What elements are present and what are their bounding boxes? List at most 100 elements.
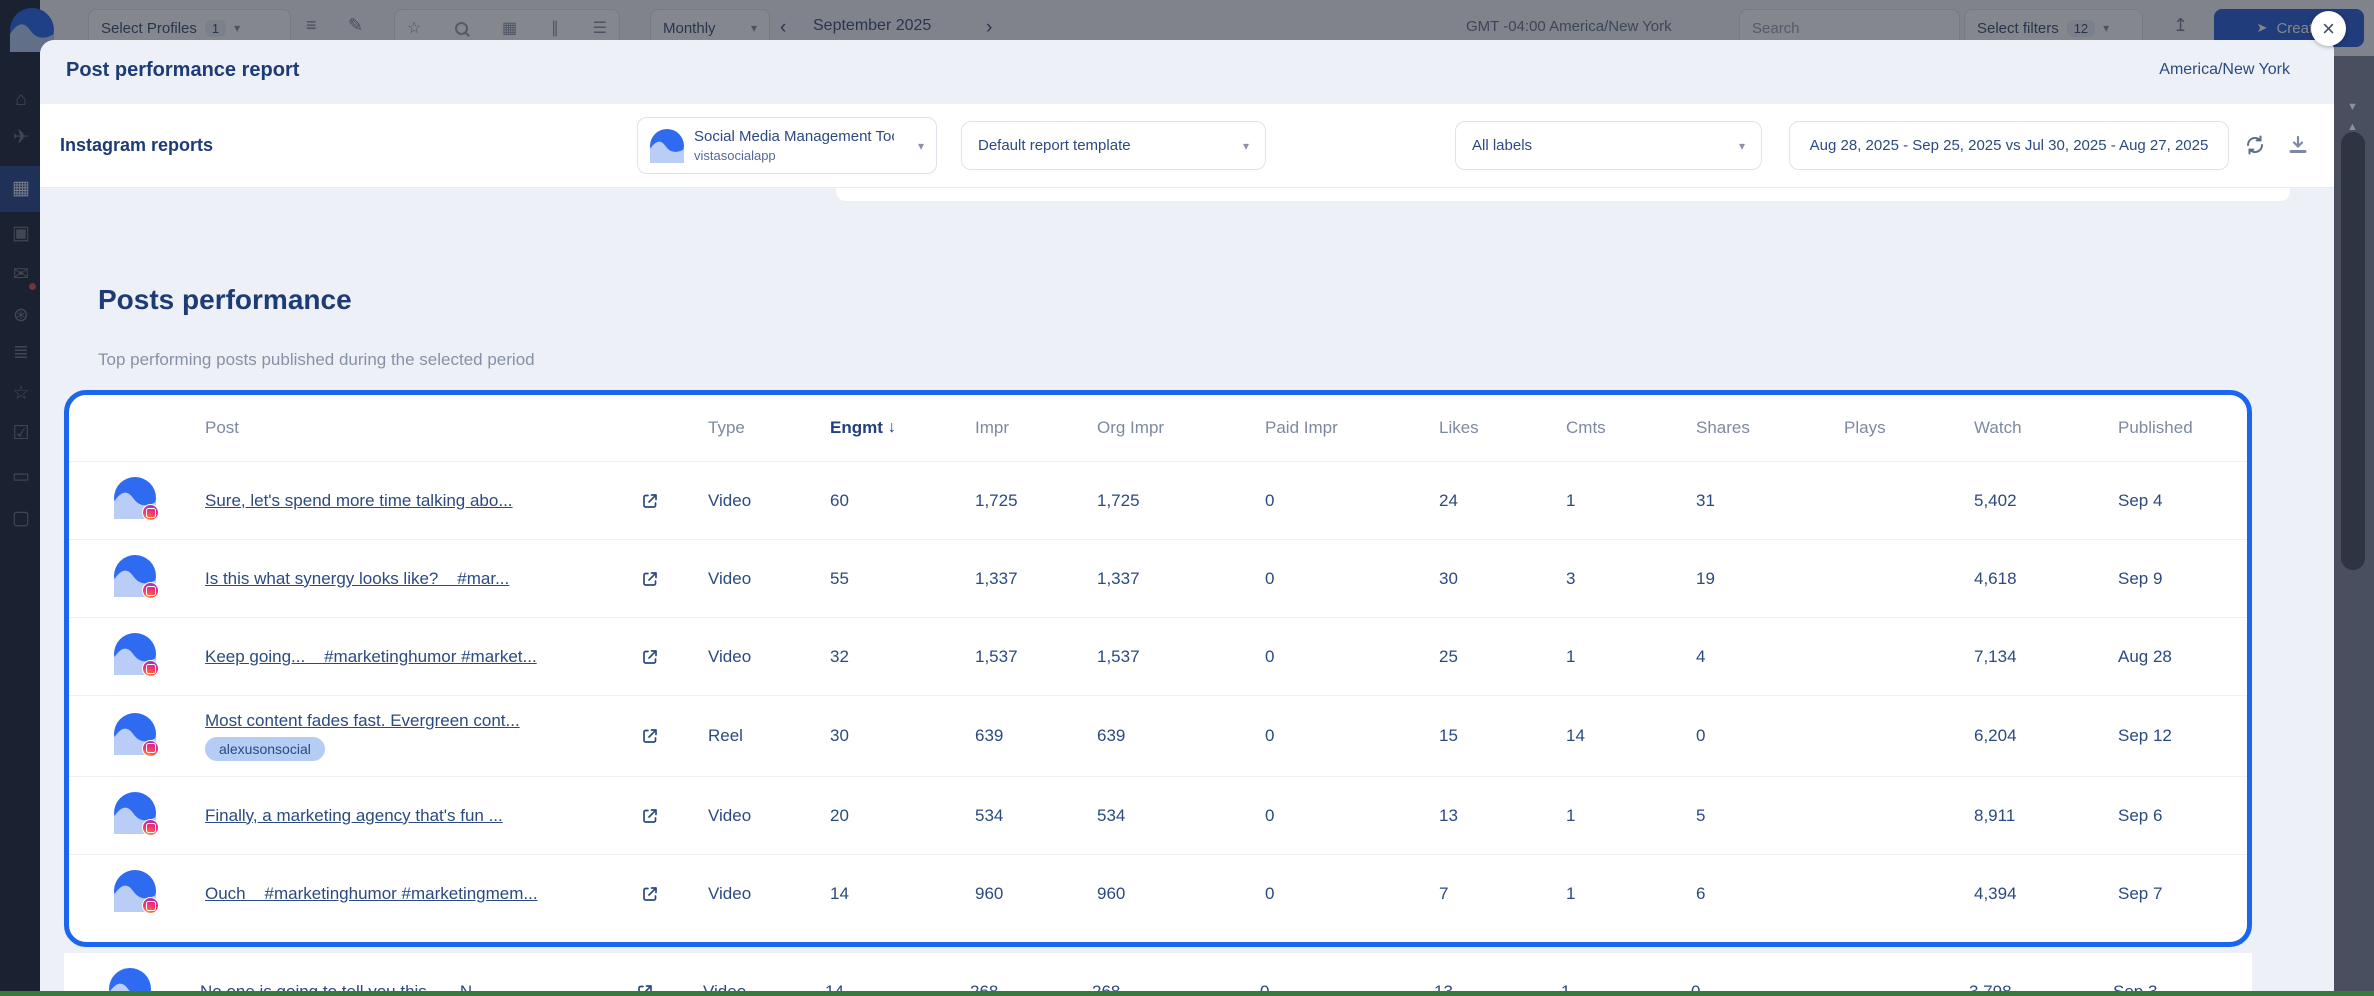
post-likes: 24 bbox=[1439, 491, 1566, 511]
post-type: Video bbox=[708, 647, 830, 667]
chevron-down-icon: ▾ bbox=[1739, 140, 1745, 152]
close-button[interactable]: × bbox=[2311, 11, 2346, 46]
table-row: Finally, a marketing agency that's fun .… bbox=[69, 776, 2247, 854]
instagram-badge-icon bbox=[142, 897, 159, 914]
column-header-likes[interactable]: Likes bbox=[1439, 418, 1566, 438]
column-header-impr[interactable]: Impr bbox=[975, 418, 1097, 438]
post-org-impr: 960 bbox=[1097, 884, 1265, 904]
date-range-value: Aug 28, 2025 - Sep 25, 2025 vs Jul 30, 2… bbox=[1810, 137, 2209, 154]
chevron-down-icon: ▾ bbox=[1243, 140, 1249, 152]
post-link[interactable]: Finally, a marketing agency that's fun .… bbox=[205, 806, 503, 826]
post-shares: 0 bbox=[1696, 726, 1844, 746]
report-template-dropdown[interactable]: Default report template ▾ bbox=[961, 121, 1266, 170]
post-engmt: 20 bbox=[830, 806, 975, 826]
column-header-shares[interactable]: Shares bbox=[1696, 418, 1844, 438]
sort-desc-icon: ↓ bbox=[888, 419, 896, 437]
post-engmt: 30 bbox=[830, 726, 975, 746]
scrollbar-thumb[interactable] bbox=[2341, 132, 2365, 570]
table-row: Keep going... #marketinghumor #market...… bbox=[69, 617, 2247, 695]
post-link[interactable]: Is this what synergy looks like? #mar... bbox=[205, 569, 509, 589]
profile-tag: alexusonsocial bbox=[205, 737, 325, 761]
open-post-icon[interactable] bbox=[640, 647, 708, 667]
post-type: Reel bbox=[708, 726, 830, 746]
post-org-impr: 1,337 bbox=[1097, 569, 1265, 589]
column-header-watch[interactable]: Watch bbox=[1974, 418, 2118, 438]
labels-dropdown[interactable]: All labels ▾ bbox=[1455, 121, 1762, 170]
column-header-org-impr[interactable]: Org Impr bbox=[1097, 418, 1265, 438]
chevron-down-icon: ▾ bbox=[918, 140, 924, 152]
post-engmt: 32 bbox=[830, 647, 975, 667]
post-likes: 15 bbox=[1439, 726, 1566, 746]
close-icon: × bbox=[2322, 16, 2335, 42]
post-published: Sep 6 bbox=[2118, 806, 2247, 826]
column-header-engmt[interactable]: Engmt ↓ bbox=[830, 418, 975, 438]
post-avatar bbox=[69, 792, 205, 839]
open-post-icon[interactable] bbox=[640, 569, 708, 589]
date-range-picker[interactable]: Aug 28, 2025 - Sep 25, 2025 vs Jul 30, 2… bbox=[1789, 121, 2229, 170]
instagram-badge-icon bbox=[142, 660, 159, 677]
post-link[interactable]: Sure, let's spend more time talking abo.… bbox=[205, 491, 513, 511]
table-row: No one is going to tell you this... N...… bbox=[64, 952, 2252, 996]
post-shares: 4 bbox=[1696, 647, 1844, 667]
column-header-published[interactable]: Published bbox=[2118, 418, 2247, 438]
column-header-plays[interactable]: Plays bbox=[1844, 418, 1974, 438]
column-header-post[interactable]: Post bbox=[205, 418, 640, 438]
post-performance-modal: Post performance report America/New York… bbox=[40, 40, 2334, 996]
post-link[interactable]: Most content fades fast. Evergreen cont.… bbox=[205, 711, 520, 731]
column-header-paid-impr[interactable]: Paid Impr bbox=[1265, 418, 1439, 438]
post-engmt: 60 bbox=[830, 491, 975, 511]
post-title-cell: Sure, let's spend more time talking abo.… bbox=[205, 476, 640, 526]
post-impr: 1,537 bbox=[975, 647, 1097, 667]
open-post-icon[interactable] bbox=[640, 884, 708, 904]
post-likes: 30 bbox=[1439, 569, 1566, 589]
profile-name: Social Media Management Too bbox=[694, 128, 894, 145]
post-engmt: 14 bbox=[830, 884, 975, 904]
download-icon[interactable] bbox=[2286, 133, 2310, 162]
open-post-icon[interactable] bbox=[640, 726, 708, 746]
report-template-value: Default report template bbox=[978, 137, 1131, 154]
table-body: Sure, let's spend more time talking abo.… bbox=[69, 461, 2247, 932]
open-post-icon[interactable] bbox=[640, 806, 708, 826]
post-org-impr: 1,725 bbox=[1097, 491, 1265, 511]
open-post-icon[interactable] bbox=[640, 491, 708, 511]
post-type: Video bbox=[708, 491, 830, 511]
post-shares: 31 bbox=[1696, 491, 1844, 511]
post-watch: 4,618 bbox=[1974, 569, 2118, 589]
post-watch: 8,911 bbox=[1974, 806, 2118, 826]
post-type: Video bbox=[708, 884, 830, 904]
post-title-cell: Is this what synergy looks like? #mar... bbox=[205, 554, 640, 604]
post-paid-impr: 0 bbox=[1265, 806, 1439, 826]
profile-selector[interactable]: Social Media Management Too vistasociala… bbox=[637, 117, 937, 174]
table-row: Most content fades fast. Evergreen cont.… bbox=[69, 695, 2247, 776]
post-impr: 534 bbox=[975, 806, 1097, 826]
post-type: Video bbox=[708, 569, 830, 589]
modal-timezone: America/New York bbox=[2159, 61, 2290, 79]
scroll-down-icon[interactable]: ▼ bbox=[2347, 102, 2358, 113]
post-likes: 7 bbox=[1439, 884, 1566, 904]
post-cmts: 1 bbox=[1566, 647, 1696, 667]
post-cmts: 1 bbox=[1566, 806, 1696, 826]
post-impr: 960 bbox=[975, 884, 1097, 904]
post-org-impr: 639 bbox=[1097, 726, 1265, 746]
refresh-icon[interactable] bbox=[2243, 133, 2267, 162]
screen-edge-strip bbox=[0, 991, 2374, 996]
column-header-type[interactable]: Type bbox=[708, 418, 830, 438]
previous-card-edge bbox=[836, 188, 2290, 201]
post-avatar bbox=[69, 555, 205, 602]
post-link[interactable]: Keep going... #marketinghumor #market... bbox=[205, 647, 537, 667]
post-impr: 1,337 bbox=[975, 569, 1097, 589]
post-title-cell: Most content fades fast. Evergreen cont.… bbox=[205, 696, 640, 776]
post-cmts: 1 bbox=[1566, 884, 1696, 904]
section-title: Posts performance bbox=[98, 284, 352, 316]
post-shares: 19 bbox=[1696, 569, 1844, 589]
post-shares: 6 bbox=[1696, 884, 1844, 904]
table-row: Is this what synergy looks like? #mar...… bbox=[69, 539, 2247, 617]
table-overflow-row: No one is going to tell you this... N...… bbox=[64, 952, 2252, 996]
post-paid-impr: 0 bbox=[1265, 569, 1439, 589]
post-impr: 1,725 bbox=[975, 491, 1097, 511]
column-header-cmts[interactable]: Cmts bbox=[1566, 418, 1696, 438]
post-org-impr: 1,537 bbox=[1097, 647, 1265, 667]
post-paid-impr: 0 bbox=[1265, 491, 1439, 511]
post-link[interactable]: Ouch #marketinghumor #marketingmem... bbox=[205, 884, 538, 904]
post-watch: 5,402 bbox=[1974, 491, 2118, 511]
